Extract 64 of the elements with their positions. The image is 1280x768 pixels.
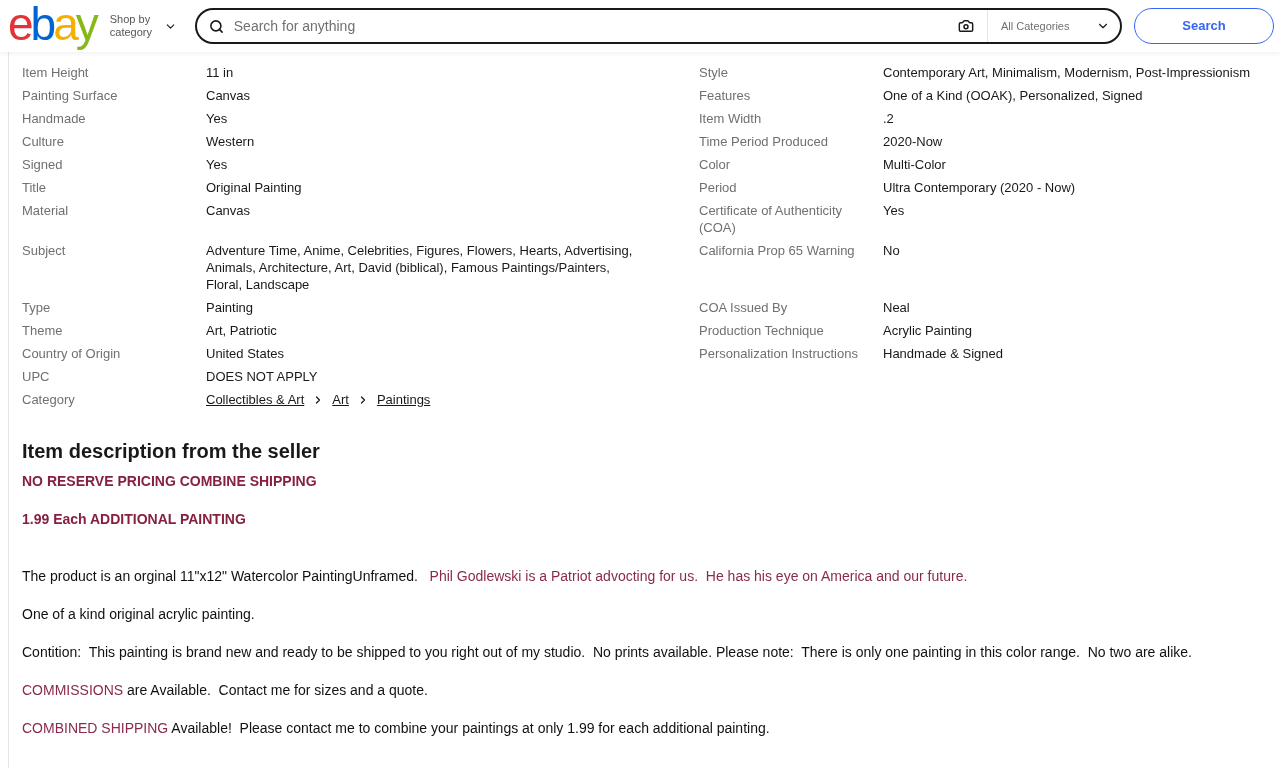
search-field[interactable]: Search for anything [233, 10, 958, 42]
spec-value: Painting [206, 300, 253, 315]
spec-value: Western [206, 134, 255, 149]
description-paragraph: Contition: This painting is brand new and ready to be shipped to you right out of my studio. No prints available. Please note: There is only one painting in this color range. No two are alike. [22, 644, 1193, 660]
spec-label: Painting Surface [22, 88, 118, 103]
breadcrumb-link[interactable]: Collectibles & Art [206, 391, 305, 408]
spec-value: Handmade & Signed [883, 346, 1003, 361]
spec-label: Item Width [699, 111, 762, 126]
spec-value: Multi-Color [883, 157, 946, 172]
breadcrumb-link[interactable]: Paintings [376, 391, 431, 408]
spec-label: Title [22, 180, 47, 195]
spec-value: United States [206, 346, 285, 361]
spec-value: DOES NOT APPLY [206, 369, 318, 384]
spec-value: Original Painting [206, 180, 302, 195]
spec-value: Yes [206, 111, 228, 126]
spec-value: 2020-Now [883, 134, 943, 149]
spec-value: .2 [883, 111, 894, 126]
section-heading: Item description from the seller [22, 439, 321, 464]
spec-label: Country of Origin [22, 346, 121, 361]
spec-label: Style [699, 65, 728, 80]
spec-label: Personalization Instructions [699, 346, 858, 361]
spec-label: Production Technique [699, 323, 824, 338]
spec-label: Type [22, 300, 51, 315]
spec-value: Canvas [206, 203, 251, 218]
spec-label: Period [699, 180, 737, 195]
spec-label: California Prop 65 Warning [699, 243, 855, 258]
spec-value: Canvas [206, 88, 251, 103]
spec-label: Item Height [22, 65, 89, 80]
search-bar[interactable]: Search for anything All Categories [194, 8, 1122, 44]
spec-label: UPC [22, 369, 50, 384]
description-paragraph: COMMISSIONS are Available. Contact me for sizes and a quote. [22, 682, 429, 698]
spec-value: 11 in [206, 65, 234, 80]
spec-label: Material [22, 203, 69, 218]
description-paragraph: One of a kind original acrylic painting. [22, 606, 256, 622]
spec-label: Color [699, 157, 731, 172]
spec-label: Handmade [22, 111, 86, 126]
spec-label: Category [22, 392, 75, 407]
spec-label: Time Period Produced [699, 134, 828, 149]
spec-label: Certificate of Authenticity (COA) [699, 203, 843, 235]
camera-icon[interactable] [958, 18, 974, 34]
category-dropdown[interactable]: All Categories [987, 10, 1120, 42]
spec-label: COA Issued By [699, 300, 788, 315]
shop-by-category-button[interactable]: Shop by category [109, 13, 177, 39]
description-paragraph: COMBINED SHIPPING Available! Please contact me to combine your paintings at only 1.99 for each additional painting. [22, 720, 771, 736]
spec-label: Signed [22, 157, 63, 172]
spec-value: Yes [883, 203, 905, 218]
spec-value: No [883, 243, 900, 258]
spec-value: One of a Kind (OOAK), Personalized, Signed [883, 88, 1143, 103]
spec-value: Adventure Time, Anime, Celebrities, Figures, Flowers, Hearts, Advertising, Animals, Architecture, Art, David (biblical), Famous Paintings/Painters, Floral, Landscape [206, 243, 633, 292]
search-icon [208, 18, 224, 34]
notice-text: NO RESERVE PRICING COMBINE SHIPPING [22, 473, 318, 489]
spec-label: Subject [22, 243, 66, 258]
spec-value: Neal [883, 300, 910, 315]
spec-label: Culture [22, 134, 64, 149]
notice-text: 1.99 Each ADDITIONAL PAINTING [22, 511, 247, 527]
description-paragraph: The product is an orginal 11"x12" Watercolor PaintingUnframed. Phil Godlewski is a Patriot advocting for us. He has his eye on America and our future. [22, 568, 969, 584]
spec-label: Features [699, 88, 751, 103]
spec-value: Ultra Contemporary (2020 - Now) [883, 180, 1076, 195]
spec-value: Acrylic Painting [883, 323, 972, 338]
spec-value: Yes [206, 157, 228, 172]
breadcrumb-link[interactable]: Art [332, 391, 349, 408]
spec-label: Theme [22, 323, 63, 338]
spec-value: Art, Patriotic [206, 323, 277, 338]
spec-value: Contemporary Art, Minimalism, Modernism, Post-Impressionism [883, 65, 1250, 80]
